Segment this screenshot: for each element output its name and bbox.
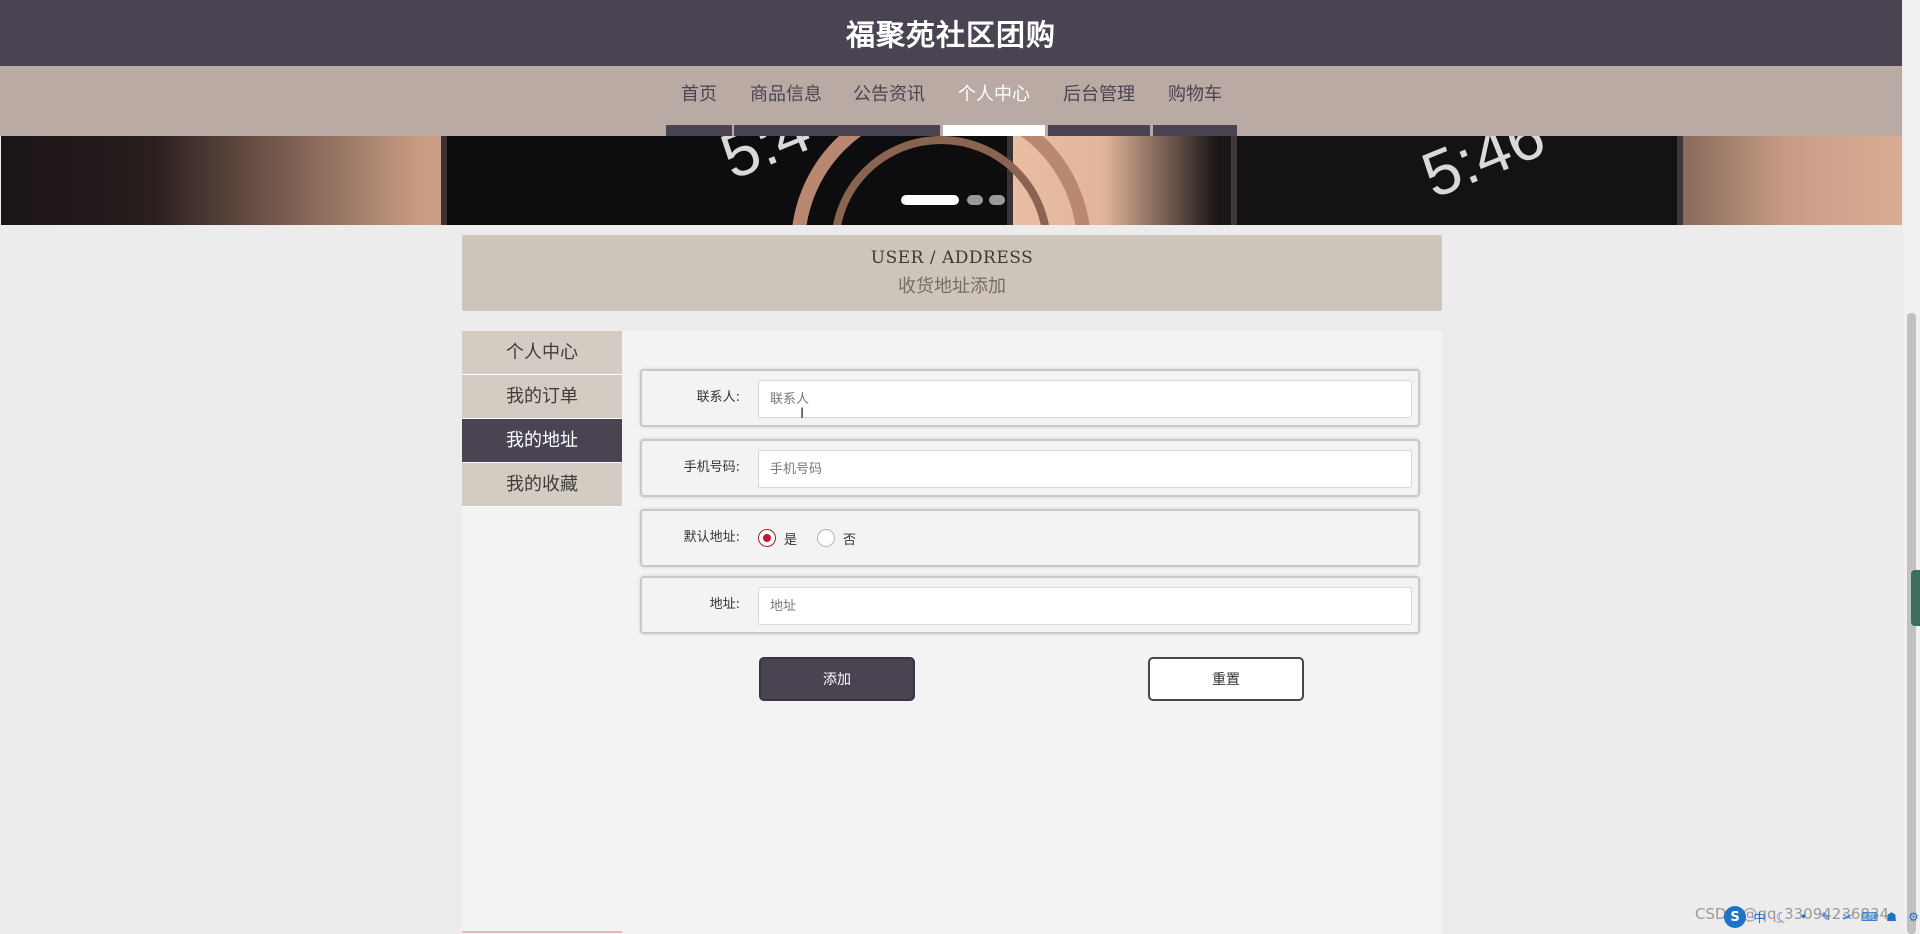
nav-item-admin[interactable]: 后台管理 [1048,66,1150,136]
nav-tab-indicator [1153,125,1237,136]
toolbar-logo-icon[interactable]: S [1724,906,1746,928]
address-label: 地址: [709,597,740,612]
contact-row: 联系人: [640,369,1420,427]
carousel-dot-active[interactable] [901,195,959,205]
add-button[interactable]: 添加 [759,657,915,701]
radio-yes-label: 是 [784,532,798,548]
phone-input[interactable] [758,450,1412,488]
sidebar-item-my-favorites[interactable]: 我的收藏 [462,463,622,507]
user-sidebar: 个人中心 我的订单 我的地址 我的收藏 [462,331,622,507]
nav-item-products[interactable]: 商品信息 [734,66,838,136]
toolbar-moon-icon[interactable]: ☾ [1773,909,1790,926]
floating-toolbar: S 中 ☾ • ✎ ✂ ⌨ ☗ ⚙ [1724,906,1920,928]
phone-label: 手机号码: [683,460,740,475]
sidebar-item-my-orders[interactable]: 我的订单 [462,375,622,419]
toolbar-user-icon[interactable]: ☗ [1883,909,1900,926]
toolbar-punct-icon[interactable]: • [1795,909,1812,926]
nav-item-label: 后台管理 [1063,84,1135,105]
site-title: 福聚苑社区团购 [845,18,1056,52]
nav-tab-indicator [734,125,838,136]
reset-button[interactable]: 重置 [1148,657,1304,701]
default-address-label: 默认地址: [683,530,740,545]
radio-no-label: 否 [843,532,857,548]
page-heading-en: USER / ADDRESS [870,248,1034,268]
nav-item-cart[interactable]: 购物车 [1153,66,1237,136]
nav-tab-indicator [666,125,732,136]
divider [462,931,622,933]
sidebar-item-personal-center[interactable]: 个人中心 [462,331,622,375]
toolbar-pen-icon[interactable]: ✎ [1817,909,1834,926]
nav-tab-indicator [838,125,940,136]
text-cursor-icon: I [800,406,805,422]
address-input[interactable] [758,587,1412,625]
nav-item-label: 购物车 [1168,84,1222,105]
default-address-row: 默认地址: 是 否 [640,509,1420,567]
radio-no[interactable] [817,529,836,547]
carousel-dot[interactable] [989,195,1005,205]
page-heading-cn: 收货地址添加 [898,276,1006,297]
nav-item-label: 首页 [681,84,717,105]
banner-carousel[interactable]: 5:4 5:46 [1,136,1902,225]
nav-item-personal-center[interactable]: 个人中心 [943,66,1045,136]
contact-input[interactable] [758,380,1412,418]
toolbar-gear-icon[interactable]: ⚙ [1905,909,1920,926]
toolbar-lang-icon[interactable]: 中 [1751,909,1768,926]
carousel-dot[interactable] [967,195,983,205]
radio-yes[interactable] [758,529,776,547]
main-nav: 首页 商品信息 公告资讯 个人中心 后台管理 购物车 [0,66,1902,136]
floating-side-handle[interactable] [1911,570,1920,626]
nav-item-label: 公告资讯 [853,84,925,105]
nav-tab-indicator [1048,125,1150,136]
toolbar-keyboard-icon[interactable]: ⌨ [1861,909,1878,926]
default-address-radio-group: 是 否 [758,511,876,565]
page-scrollbar[interactable] [1903,0,1920,934]
nav-tab-indicator [943,125,1045,136]
nav-item-news[interactable]: 公告资讯 [838,66,940,136]
page-heading: USER / ADDRESS 收货地址添加 [462,235,1442,311]
phone-row: 手机号码: [640,439,1420,497]
nav-item-label: 商品信息 [750,84,822,105]
nav-item-home[interactable]: 首页 [666,66,732,136]
contact-label: 联系人: [696,390,740,405]
default-address-no-option[interactable]: 否 [817,529,856,548]
sidebar-item-my-address[interactable]: 我的地址 [462,419,622,463]
nav-item-label: 个人中心 [958,84,1030,105]
content-panel: 个人中心 我的订单 我的地址 我的收藏 联系人: 手机号码: 默认地址: 是 否… [462,331,1442,934]
default-address-yes-option[interactable]: 是 [758,529,797,548]
toolbar-tools-icon[interactable]: ✂ [1839,909,1856,926]
address-row: 地址: [640,576,1420,634]
site-header: 福聚苑社区团购 [0,0,1902,66]
